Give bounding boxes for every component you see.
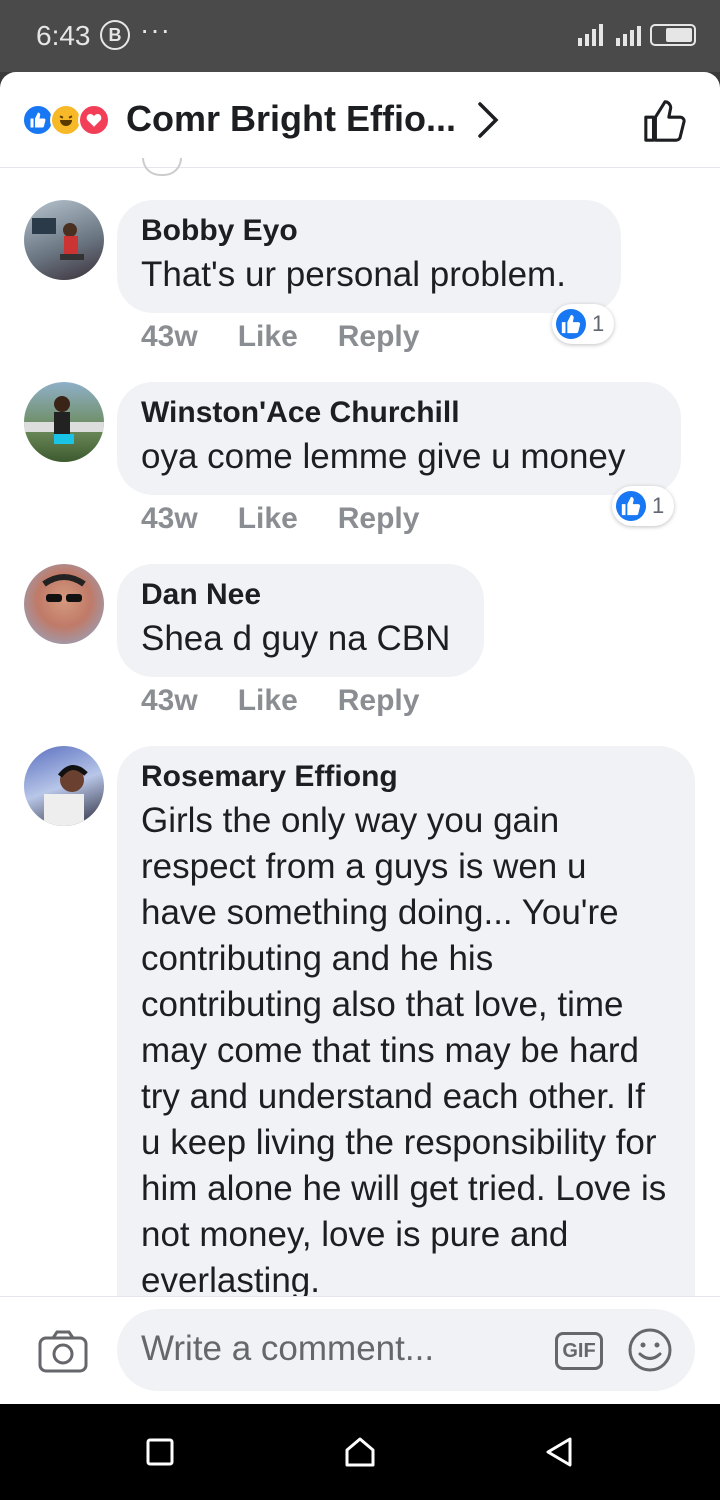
comment-meta: 43w Like Reply bbox=[141, 502, 459, 536]
comment-bubble: Bobby Eyo That's ur personal problem. bbox=[117, 200, 621, 313]
reaction-count-value: 1 bbox=[652, 493, 665, 518]
comment-meta: 43w Like Reply bbox=[141, 320, 459, 354]
previous-comment-avatar bbox=[142, 158, 182, 176]
comment-input-placeholder: Write a comment... bbox=[141, 1329, 435, 1368]
gif-button[interactable]: GIF bbox=[555, 1332, 603, 1370]
comment-author[interactable]: Bobby Eyo bbox=[141, 214, 597, 248]
back-icon[interactable] bbox=[544, 1436, 574, 1468]
more-notifications-icon: ··· bbox=[140, 14, 171, 45]
comment-text: oya come lemme give u money bbox=[141, 437, 626, 476]
comment-text: Shea d guy na CBN bbox=[141, 619, 451, 658]
avatar[interactable] bbox=[24, 564, 104, 644]
status-badge: B bbox=[100, 20, 130, 50]
like-link[interactable]: Like bbox=[238, 320, 298, 354]
reply-link[interactable]: Reply bbox=[338, 684, 420, 718]
comment-time: 43w bbox=[141, 320, 198, 353]
comment-author[interactable]: Winston'Ace Churchill bbox=[141, 396, 657, 430]
like-reaction-icon bbox=[616, 491, 646, 521]
camera-icon[interactable] bbox=[38, 1329, 88, 1373]
signal-icon-2 bbox=[616, 26, 641, 46]
post-author-title[interactable]: Comr Bright Effio... bbox=[126, 98, 456, 140]
emoji-icon[interactable] bbox=[627, 1327, 673, 1373]
comment-reaction-count[interactable]: 1 bbox=[552, 304, 615, 344]
love-reaction-icon bbox=[78, 104, 110, 136]
comment-time: 43w bbox=[141, 502, 198, 535]
reply-link[interactable]: Reply bbox=[338, 502, 420, 536]
like-reaction-icon bbox=[556, 309, 586, 339]
comments-sheet: Comr Bright Effio... Bobby Eyo That's ur… bbox=[0, 72, 720, 1404]
comments-header: Comr Bright Effio... bbox=[0, 72, 720, 168]
like-link[interactable]: Like bbox=[238, 684, 298, 718]
like-button-icon[interactable] bbox=[642, 98, 688, 144]
comment-text: Girls the only way you gain respect from… bbox=[141, 801, 667, 1300]
comment-input[interactable]: Write a comment... GIF bbox=[117, 1309, 695, 1391]
avatar[interactable] bbox=[24, 746, 104, 826]
status-time: 6:43 bbox=[36, 20, 91, 51]
avatar[interactable] bbox=[24, 200, 104, 280]
chevron-right-icon[interactable] bbox=[476, 100, 500, 140]
comment-meta: 43w Like Reply bbox=[141, 684, 459, 718]
avatar[interactable] bbox=[24, 382, 104, 462]
comment-composer: Write a comment... GIF bbox=[0, 1296, 720, 1404]
comment-bubble: Dan Nee Shea d guy na CBN bbox=[117, 564, 484, 677]
status-indicators bbox=[578, 24, 696, 46]
signal-icon bbox=[578, 24, 603, 46]
recents-icon[interactable] bbox=[146, 1438, 174, 1466]
comment-text: That's ur personal problem. bbox=[141, 255, 566, 294]
reply-link[interactable]: Reply bbox=[338, 320, 420, 354]
comment-bubble: Rosemary Effiong Girls the only way you … bbox=[117, 746, 695, 1346]
reaction-summary[interactable] bbox=[22, 104, 110, 136]
status-bar: 6:43 B ··· bbox=[0, 0, 720, 72]
comment-author[interactable]: Rosemary Effiong bbox=[141, 760, 671, 794]
system-navigation-bar bbox=[0, 1404, 720, 1500]
reaction-count-value: 1 bbox=[592, 311, 605, 336]
comment-time: 43w bbox=[141, 684, 198, 717]
comment-bubble: Winston'Ace Churchill oya come lemme giv… bbox=[117, 382, 681, 495]
home-icon[interactable] bbox=[344, 1436, 376, 1468]
battery-icon bbox=[650, 24, 696, 46]
like-link[interactable]: Like bbox=[238, 502, 298, 536]
comment-reaction-count[interactable]: 1 bbox=[612, 486, 675, 526]
comment-author[interactable]: Dan Nee bbox=[141, 578, 460, 612]
